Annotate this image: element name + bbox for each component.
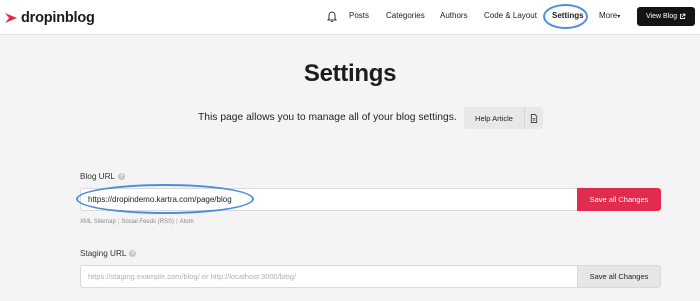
help-article-label: Help Article [475,113,513,123]
top-navigation-bar: dropinblog Posts Categories Authors Code… [0,0,700,35]
nav-more-label: More [599,11,618,20]
document-icon [524,107,543,129]
view-blog-button[interactable]: View Blog [637,7,695,26]
help-article-button[interactable]: Help Article [464,107,543,129]
nav-more[interactable]: More▾ [599,11,620,20]
nav-code-layout[interactable]: Code & Layout [484,11,537,20]
bell-icon[interactable] [325,10,339,24]
save-all-changes-button[interactable]: Save all Changes [577,188,661,211]
nav-posts[interactable]: Posts [349,11,369,20]
blog-url-label: Blog URL ? [80,172,126,181]
blog-url-highlight-annotation [76,184,254,214]
staging-url-input[interactable]: https://staging.example.com/blog/ or htt… [80,265,577,288]
link-separator: | [176,219,178,225]
settings-highlight-annotation [543,4,588,29]
nav-authors[interactable]: Authors [440,11,468,20]
question-icon[interactable]: ? [129,250,137,257]
nav-categories[interactable]: Categories [386,11,425,20]
page-subtitle: This page allows you to manage all of yo… [198,112,457,123]
link-separator: | [117,219,120,225]
logo-mark-icon [5,13,17,23]
question-icon[interactable]: ? [118,173,126,180]
staging-url-label: Staging URL ? [80,249,137,258]
staging-url-label-text: Staging URL [80,249,127,258]
chevron-down-icon: ▾ [617,14,621,20]
external-link-icon [679,13,686,20]
social-feeds-link[interactable]: Social Feeds (RSS) [121,219,174,225]
page-title: Settings [303,60,397,87]
logo[interactable]: dropinblog [4,9,95,27]
logo-text: dropinblog [21,10,95,26]
feed-links: XML Sitemap | Social Feeds (RSS) | Atom [80,219,194,225]
save-all-changes-button-secondary[interactable]: Save all Changes [577,265,661,288]
blog-url-label-text: Blog URL [80,172,116,181]
xml-sitemap-link[interactable]: XML Sitemap [80,219,116,225]
view-blog-label: View Blog [645,13,677,20]
atom-link[interactable]: Atom [180,219,194,225]
